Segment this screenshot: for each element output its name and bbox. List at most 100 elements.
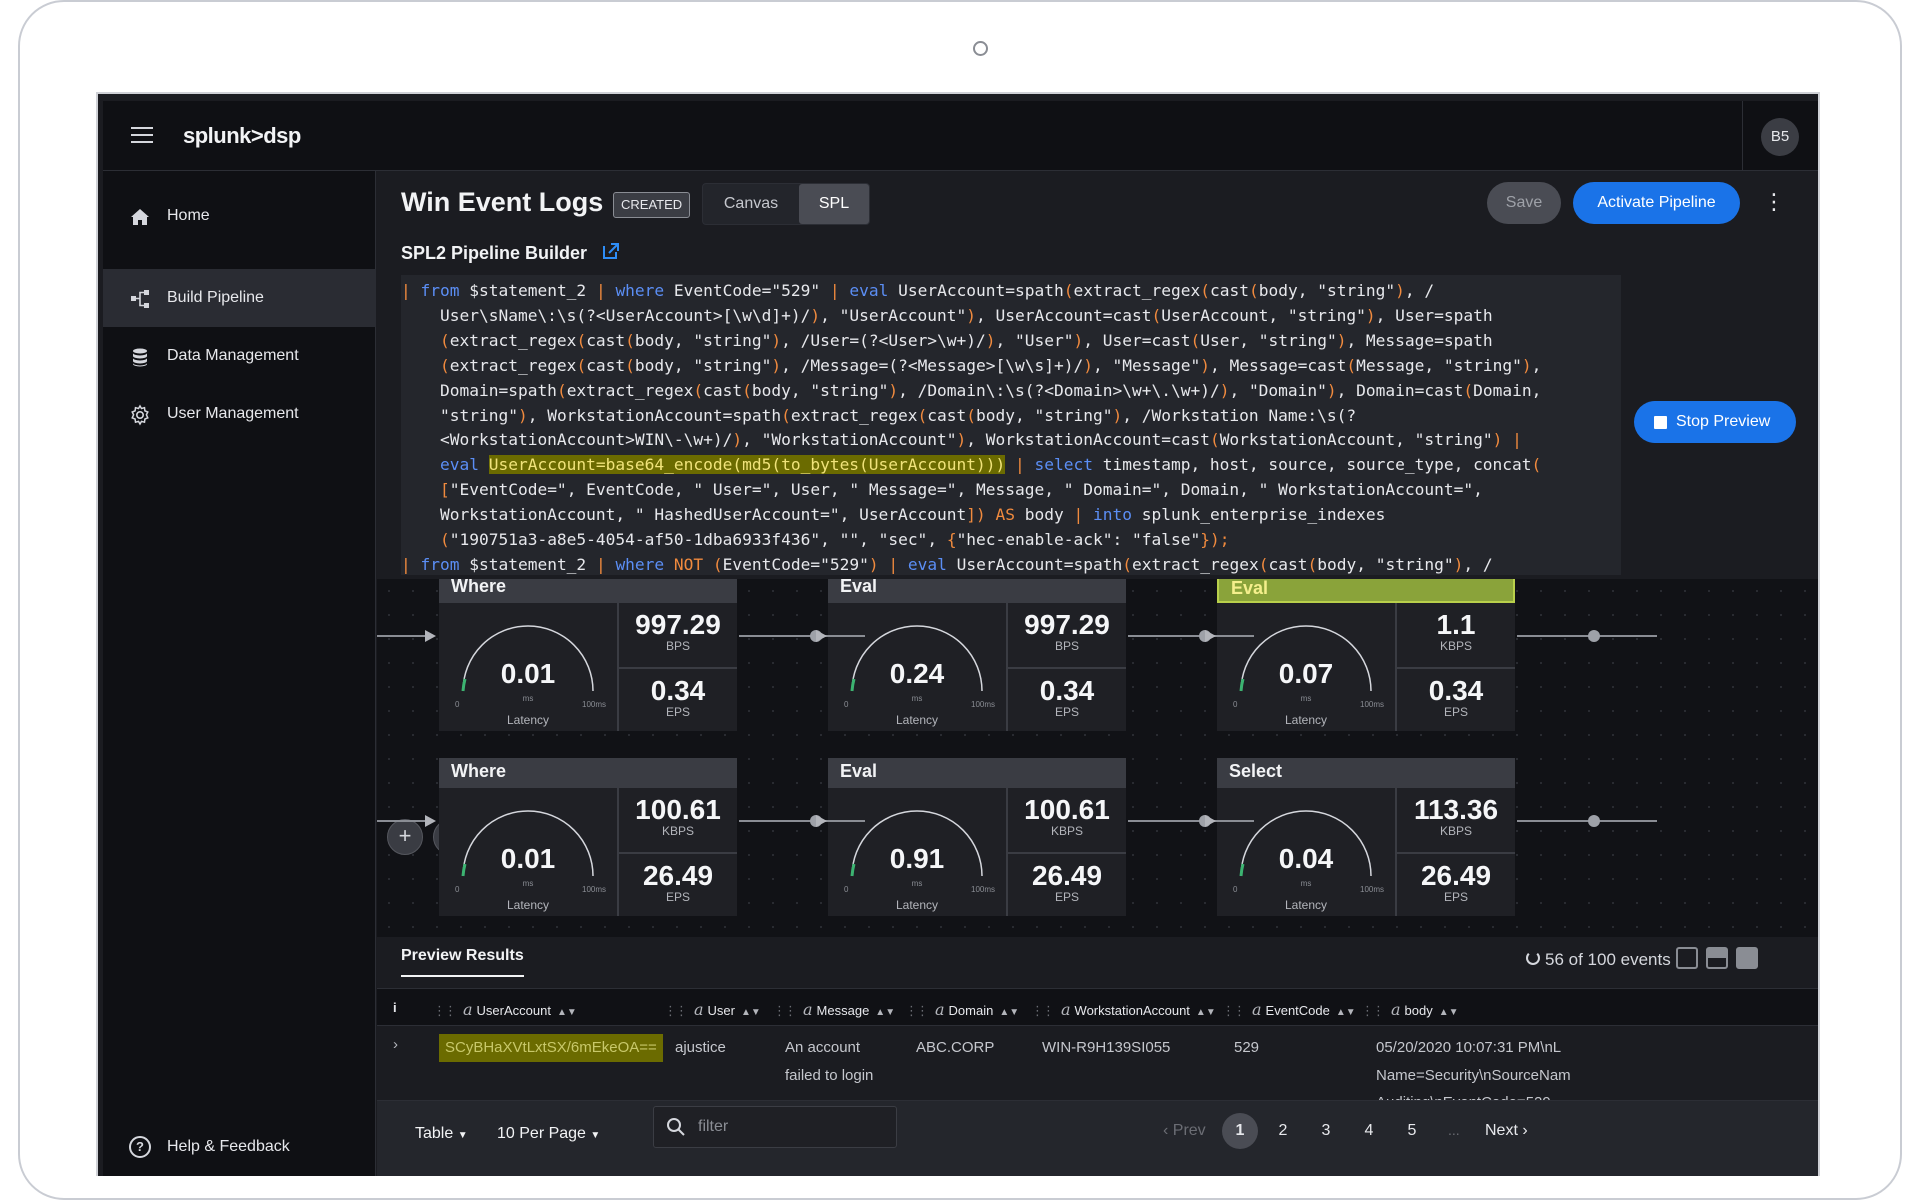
menu-icon[interactable] xyxy=(131,127,153,145)
help-feedback-link[interactable]: ? Help & Feedback xyxy=(103,1129,376,1169)
preview-panel: Preview Results 56 of 100 events i ⋮⋮ a Us… xyxy=(377,937,1818,1176)
caret-down-icon: ▼ xyxy=(590,1130,601,1141)
search-icon xyxy=(667,1118,685,1136)
arrow-icon xyxy=(816,815,827,827)
pipeline-node-where[interactable]: Where 0.01 ms 0 100ms Latency 997.29 BPS 0.34 EPS xyxy=(439,579,737,731)
gauge-min: 0 xyxy=(844,885,849,894)
gauge-max: 100ms xyxy=(971,700,996,709)
sidebar-item-label: Data Management xyxy=(167,347,299,364)
page-2-button[interactable]: 2 xyxy=(1265,1113,1301,1149)
column-label: EventCode xyxy=(1265,1003,1330,1018)
node-title: Where xyxy=(439,579,737,603)
per-page-label: 10 Per Page xyxy=(497,1125,586,1142)
connector-line xyxy=(1128,820,1254,822)
page-4-button[interactable]: 4 xyxy=(1351,1113,1387,1149)
save-button[interactable]: Save xyxy=(1487,182,1561,224)
page-5-button[interactable]: 5 xyxy=(1394,1113,1430,1149)
layout-full-icon[interactable] xyxy=(1676,947,1698,969)
external-link-icon[interactable] xyxy=(601,241,621,261)
pipeline-node-eval[interactable]: Eval 0.07 ms 0 100ms Latency 1.1 KBPS 0.34 EPS xyxy=(1217,579,1515,731)
per-page-dropdown[interactable]: 10 Per Page ▼ xyxy=(497,1125,600,1143)
events-unit: EPS xyxy=(1054,705,1079,719)
latency-gauge: 0.07 ms 0 100ms Latency xyxy=(1217,603,1395,731)
column-label: Domain xyxy=(948,1003,994,1018)
sidebar-item-label: Build Pipeline xyxy=(167,289,264,306)
connector-dot xyxy=(1588,630,1600,642)
arrow-icon xyxy=(425,630,436,642)
info-icon: i xyxy=(393,1000,397,1015)
node-title: Eval xyxy=(1217,579,1515,603)
node-title: Eval xyxy=(828,579,1126,603)
events-unit: EPS xyxy=(665,890,690,904)
connector-line xyxy=(1517,635,1657,637)
page-3-button[interactable]: 3 xyxy=(1308,1113,1344,1149)
app-screen: splunk>dsp B5 Home Build Pipeline Data M… xyxy=(103,101,1818,1176)
caret-down-icon: ▼ xyxy=(457,1130,468,1141)
cell-user: ajustice xyxy=(675,1039,726,1056)
column-header-domain[interactable]: ⋮⋮ a Domain ▲▼ xyxy=(905,1000,1019,1019)
gauge-max: 100ms xyxy=(1360,885,1385,894)
connector-line xyxy=(377,820,425,822)
database-icon xyxy=(133,348,147,367)
tab-spl[interactable]: SPL xyxy=(799,184,869,224)
table-row[interactable]: › SCyBHaXVtLxtSX/6mEkeOA== ajustice An a… xyxy=(377,1027,1818,1101)
column-header-eventcode[interactable]: ⋮⋮ a EventCode ▲▼ xyxy=(1222,1000,1356,1019)
pipeline-canvas[interactable]: + − Where0.01ms0100msLatency997.29BPS0.3… xyxy=(377,579,1818,937)
pipeline-node-where[interactable]: Where 0.01 ms 0 100ms Latency 100.61 KBPS 26.49 E… xyxy=(439,758,737,916)
tab-preview-results[interactable]: Preview Results xyxy=(401,947,524,977)
help-icon: ? xyxy=(129,1136,151,1158)
pipeline-node-eval[interactable]: Eval 0.91 ms 0 100ms Latency 100.61 KBPS 26.49 EP… xyxy=(828,758,1126,916)
column-label: UserAccount xyxy=(476,1003,551,1018)
column-header-message[interactable]: ⋮⋮ a Message ▲▼ xyxy=(773,1000,895,1019)
more-options-icon[interactable]: ⋮ xyxy=(1763,187,1785,217)
latency-label: Latency xyxy=(506,713,550,727)
pipeline-node-eval[interactable]: Eval 0.24 ms 0 100ms Latency 997.29 BPS 0.34 EPS xyxy=(828,579,1126,731)
stop-preview-label: Stop Preview xyxy=(1676,413,1771,430)
stop-preview-button[interactable]: Stop Preview xyxy=(1634,401,1796,443)
zoom-in-button[interactable]: + xyxy=(387,819,423,855)
column-label: WorkstationAccount xyxy=(1074,1003,1190,1018)
next-page-button[interactable]: Next › xyxy=(1485,1122,1528,1140)
latency-label: Latency xyxy=(895,898,939,912)
layout-split-icon[interactable] xyxy=(1706,947,1728,969)
column-header-body[interactable]: ⋮⋮ a body ▲▼ xyxy=(1361,1000,1459,1019)
code-line: ["EventCode=", EventCode, " User=", User… xyxy=(439,480,1483,500)
tab-canvas[interactable]: Canvas xyxy=(703,184,799,224)
sidebar-item-data-management[interactable]: Data Management xyxy=(103,327,376,385)
sidebar-item-user-management[interactable]: User Management xyxy=(103,385,376,443)
pipeline-node-select[interactable]: Select 0.04 ms 0 100ms Latency 113.36 KBPS 26.49… xyxy=(1217,758,1515,916)
sidebar-item-build-pipeline[interactable]: Build Pipeline xyxy=(103,269,376,327)
throughput-value: 113.36 xyxy=(1413,794,1499,825)
latency-value: 0.07 xyxy=(1278,658,1334,689)
connector-line xyxy=(1517,820,1657,822)
layout-preview-icon[interactable] xyxy=(1736,947,1758,969)
column-label: Message xyxy=(816,1003,870,1018)
node-title: Where xyxy=(439,758,737,788)
events-metric: 0.34 EPS xyxy=(1397,669,1515,731)
filter-input[interactable]: filter xyxy=(653,1106,897,1148)
throughput-metric: 997.29 BPS xyxy=(1008,603,1126,667)
avatar[interactable]: B5 xyxy=(1761,118,1799,156)
column-header-workstationaccount[interactable]: ⋮⋮ a WorkstationAccount ▲▼ xyxy=(1031,1000,1216,1019)
throughput-value: 1.1 xyxy=(1436,609,1476,640)
cell-workstationaccount: WIN-R9H139SI055 xyxy=(1042,1039,1171,1056)
expand-row-icon[interactable]: › xyxy=(393,1033,398,1057)
gauge-min: 0 xyxy=(455,885,460,894)
loading-icon xyxy=(1526,951,1540,965)
spl-code-editor[interactable]: | from $statement_2 | where EventCode="5… xyxy=(401,275,1621,575)
avatar-cell: B5 xyxy=(1742,101,1818,171)
view-dropdown[interactable]: Table ▼ xyxy=(415,1125,468,1143)
node-title: Eval xyxy=(828,758,1126,788)
sidebar-item-home[interactable]: Home xyxy=(103,187,376,245)
activate-pipeline-button[interactable]: Activate Pipeline xyxy=(1573,182,1740,224)
latency-value: 0.91 xyxy=(889,843,945,874)
cell-body-line1: 05/20/2020 10:07:31 PM\nL xyxy=(1376,1039,1562,1056)
column-header-useraccount[interactable]: ⋮⋮ a UserAccount ▲▼ xyxy=(433,1000,577,1019)
code-line: (extract_regex(cast(body, "string"), /Us… xyxy=(439,330,1493,350)
page-1-button[interactable]: 1 xyxy=(1222,1113,1258,1149)
prev-page-button[interactable]: ‹ Prev xyxy=(1163,1122,1206,1140)
throughput-value: 997.29 xyxy=(1024,609,1110,640)
column-header-user[interactable]: ⋮⋮ a User ▲▼ xyxy=(664,1000,761,1019)
gauge-max: 100ms xyxy=(582,885,607,894)
throughput-metric: 100.61 KBPS xyxy=(1008,788,1126,852)
